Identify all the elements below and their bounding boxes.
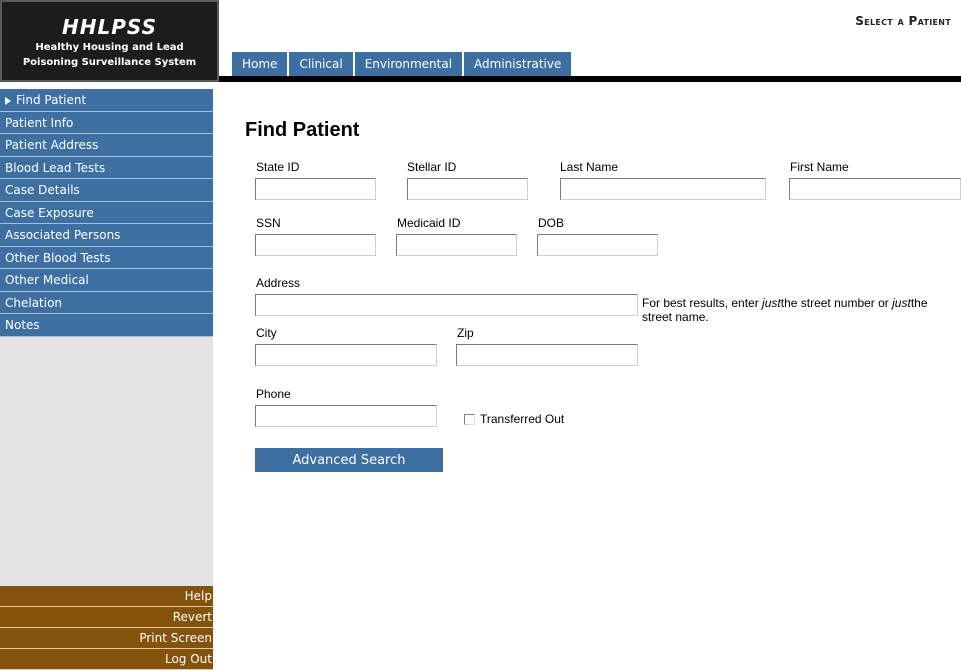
app-logo-subtitle-line1: Healthy Housing and Lead <box>35 42 184 53</box>
ssn-label: SSN <box>256 216 281 230</box>
stellar-id-input[interactable] <box>407 178 528 200</box>
sidebar-item-blood-lead-tests[interactable]: Blood Lead Tests <box>0 156 213 179</box>
first-name-input[interactable] <box>789 178 961 200</box>
app-logo-title: HHLPSS <box>62 15 157 39</box>
last-name-input[interactable] <box>560 178 766 200</box>
sidebar-item-label: Chelation <box>5 295 63 310</box>
sidebar-item-label: Notes <box>5 318 40 332</box>
sidebar-item-associated-persons[interactable]: Associated Persons <box>0 224 213 247</box>
last-name-label: Last Name <box>560 160 619 174</box>
sidebar-utilities: Help Revert Print Screen Log Out <box>0 586 213 670</box>
sidebar-item-notes[interactable]: Notes <box>0 314 213 337</box>
address-hint: For best results, enter justthe street n… <box>642 296 942 324</box>
sidebar-item-patient-address[interactable]: Patient Address <box>0 134 213 157</box>
city-label: City <box>256 326 277 340</box>
phone-label: Phone <box>256 387 291 401</box>
sidebar-item-label: Case Details <box>5 183 80 197</box>
address-hint-emphasis: just <box>762 296 781 310</box>
tab-bar-divider <box>219 76 961 82</box>
print-screen-link[interactable]: Print Screen <box>0 628 213 649</box>
page-title: Find Patient <box>245 119 360 141</box>
address-hint-text: the street number or <box>780 296 893 310</box>
sidebar-item-label: Patient Info <box>5 115 74 130</box>
tab-environmental[interactable]: Environmental <box>354 52 465 76</box>
state-id-input[interactable] <box>255 178 376 200</box>
tab-clinical[interactable]: Clinical <box>289 52 355 76</box>
sidebar-item-label: Other Medical <box>5 273 89 287</box>
tab-administrative[interactable]: Administrative <box>464 52 574 76</box>
advanced-search-button[interactable]: Advanced Search <box>255 448 443 472</box>
ssn-input[interactable] <box>255 234 376 256</box>
sidebar-item-label: Associated Persons <box>5 228 121 242</box>
sidebar-item-case-exposure[interactable]: Case Exposure <box>0 201 213 224</box>
sidebar-item-other-blood-tests[interactable]: Other Blood Tests <box>0 246 213 269</box>
zip-label: Zip <box>457 326 474 340</box>
main-tabs: Home Clinical Environmental Administrati… <box>232 52 574 76</box>
city-input[interactable] <box>255 344 437 366</box>
sidebar-item-find-patient[interactable]: Find Patient <box>0 89 213 112</box>
sidebar-item-label: Patient Address <box>5 138 99 152</box>
transferred-out-label: Transferred Out <box>480 412 565 426</box>
sidebar-item-label: Blood Lead Tests <box>5 160 106 175</box>
address-hint-emphasis: just <box>892 296 911 310</box>
sidebar-item-case-details[interactable]: Case Details <box>0 179 213 202</box>
stellar-id-label: Stellar ID <box>407 160 457 174</box>
address-input[interactable] <box>255 294 638 316</box>
zip-input[interactable] <box>456 344 638 366</box>
transferred-out-checkbox[interactable] <box>464 413 475 425</box>
help-link[interactable]: Help <box>0 586 213 607</box>
medicaid-id-label: Medicaid ID <box>397 216 461 230</box>
app-logo-subtitle: Healthy Housing and Lead Poisoning Surve… <box>2 40 217 70</box>
tab-home[interactable]: Home <box>232 52 290 76</box>
revert-link[interactable]: Revert <box>0 607 213 628</box>
dob-input[interactable] <box>537 234 658 256</box>
sidebar: Find Patient Patient Info Patient Addres… <box>0 89 213 670</box>
sidebar-item-chelation[interactable]: Chelation <box>0 291 213 314</box>
address-hint-text: For best results, enter <box>642 296 763 310</box>
state-id-label: State ID <box>256 160 300 174</box>
sidebar-item-label: Case Exposure <box>5 205 94 220</box>
sidebar-item-label: Find Patient <box>16 93 87 107</box>
caret-right-icon <box>5 96 11 105</box>
address-label: Address <box>256 276 301 290</box>
app-logo-subtitle-line2: Poisoning Surveillance System <box>22 57 197 68</box>
app-logo: HHLPSS Healthy Housing and Lead Poisonin… <box>0 0 219 82</box>
dob-label: DOB <box>538 216 565 230</box>
sidebar-item-label: Other Blood Tests <box>5 250 111 265</box>
first-name-label: First Name <box>790 160 849 174</box>
sidebar-item-patient-info[interactable]: Patient Info <box>0 111 213 134</box>
sidebar-item-other-medical[interactable]: Other Medical <box>0 269 213 292</box>
log-out-link[interactable]: Log Out <box>0 649 213 670</box>
header-title: Select a Patient <box>855 14 951 28</box>
phone-input[interactable] <box>255 405 437 427</box>
transferred-out-option[interactable]: Transferred Out <box>464 412 564 426</box>
medicaid-id-input[interactable] <box>396 234 517 256</box>
